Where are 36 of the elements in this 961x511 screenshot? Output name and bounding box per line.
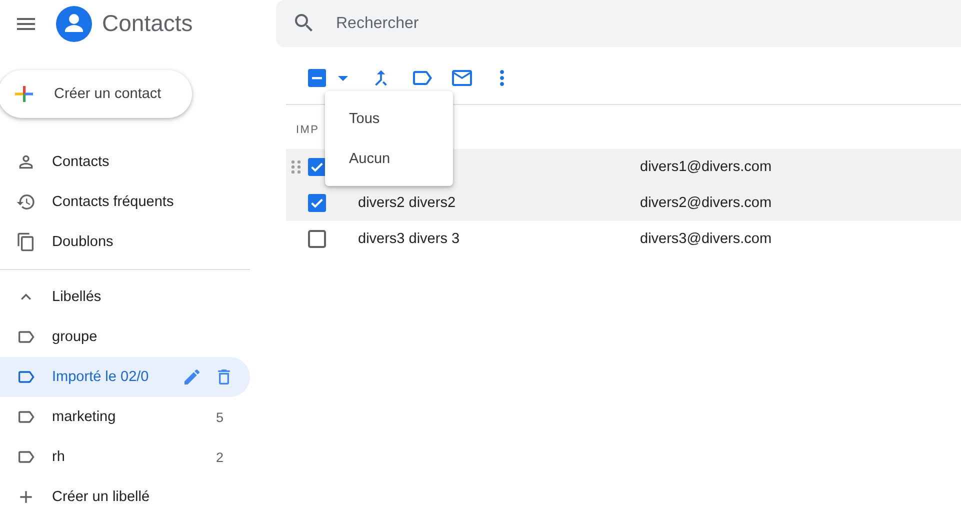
copy-icon	[16, 232, 36, 252]
section-header: IMP	[296, 124, 320, 136]
more-button[interactable]	[500, 70, 504, 86]
row-checkbox[interactable]	[308, 230, 326, 248]
select-all-checkbox[interactable]	[308, 69, 326, 87]
edit-icon[interactable]	[182, 367, 202, 387]
create-label-item[interactable]: Créer un libellé	[0, 477, 250, 511]
more-vertical-icon	[500, 70, 504, 86]
drag-handle-icon[interactable]	[291, 160, 301, 174]
label-item[interactable]: groupe	[0, 317, 250, 357]
select-menu-button[interactable]	[338, 76, 348, 80]
contact-email: divers1@divers.com	[640, 159, 772, 175]
row-checkbox[interactable]	[308, 158, 326, 176]
contacts-logo-icon	[56, 6, 92, 42]
contact-name: divers3 divers 3	[358, 231, 460, 247]
search-field[interactable]: Rechercher	[276, 0, 961, 47]
contact-email: divers2@divers.com	[640, 195, 772, 211]
label-item[interactable]: marketing 5	[0, 397, 250, 437]
nav-item[interactable]: Contacts fréquents	[0, 182, 250, 222]
labels-header[interactable]: Libellés	[0, 277, 250, 317]
menu-item[interactable]: Tous	[325, 99, 453, 139]
nav-item[interactable]: Contacts	[0, 142, 250, 182]
label-item[interactable]: Importé le 02/0	[0, 357, 250, 397]
contact-row[interactable]: divers2 divers2 divers2@divers.com	[286, 185, 961, 221]
label-count: 2	[216, 450, 224, 464]
create-contact-button[interactable]: Créer un contact	[0, 70, 192, 118]
caret-icon	[338, 76, 348, 80]
contact-email: divers3@divers.com	[640, 231, 772, 247]
label-count: 5	[216, 410, 224, 424]
nav-item[interactable]: Doublons	[0, 222, 250, 262]
label-item[interactable]: rh 2	[0, 437, 250, 477]
history-icon	[16, 192, 36, 212]
contact-row[interactable]: divers3 divers 3 divers3@divers.com	[286, 221, 961, 257]
app-title: Contacts	[102, 10, 193, 37]
row-checkbox[interactable]	[308, 194, 326, 212]
contact-name: divers2 divers2	[358, 195, 456, 211]
